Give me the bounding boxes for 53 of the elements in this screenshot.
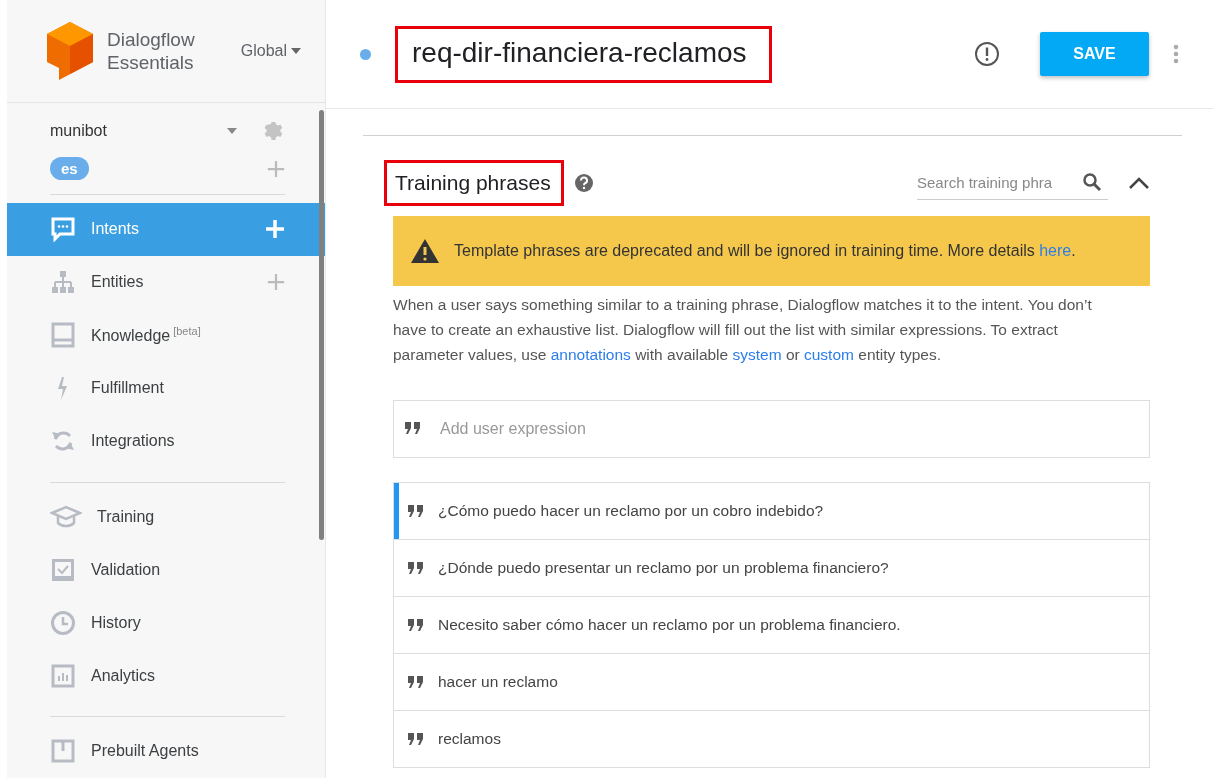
region-dropdown[interactable]: Global [240, 42, 301, 60]
quote-icon [408, 505, 424, 517]
nav-item[interactable]: Analytics [7, 649, 325, 703]
nav-item[interactable]: Training [7, 490, 325, 544]
nav-item[interactable]: History [7, 596, 325, 650]
warning-text: Template phrases are deprecated and will be ignored in training time. More details here. [454, 242, 1076, 260]
alert-icon[interactable] [974, 41, 1000, 67]
plus-icon[interactable] [267, 273, 285, 292]
nav-item[interactable]: Fulfillment [7, 361, 325, 415]
training-phrase[interactable]: ¿Dónde puedo presentar un reclamo por un problema financiero? [394, 540, 1149, 597]
chat-icon [50, 216, 76, 243]
quote-icon [408, 562, 424, 574]
training-phrase[interactable]: ¿Cómo puedo hacer un reclamo por un cobro indebido? [394, 483, 1149, 540]
nav-item[interactable]: Entities [7, 255, 325, 309]
agent-name[interactable]: munibot [50, 122, 227, 141]
quote-icon [408, 619, 424, 631]
expression-field[interactable]: Add user expression [393, 400, 1150, 458]
intent-title: req-dir-financiera-reclamos [395, 25, 772, 83]
book-icon [50, 322, 76, 349]
caret-icon [291, 48, 301, 54]
training-phrase[interactable]: Necesito saber cómo hacer un reclamo por un problema financiero. [394, 597, 1149, 654]
hierarchy-icon [50, 269, 76, 296]
checkbox-icon [50, 556, 76, 583]
nav-item[interactable]: Validation [7, 543, 325, 597]
quote-icon [408, 676, 424, 688]
nav-item[interactable]: Prebuilt Agents [7, 725, 325, 778]
description-text: When a user says something similar to a training phrase, Dialogflow matches it to the intent. You don’t have to create an exhaustive list. Dialogflow will fill out the list with similar expressions. To extract parameter values, use annotations with available system or custom entity types. [393, 295, 1093, 365]
plus-icon[interactable] [267, 159, 285, 178]
doc-link[interactable]: annotations [550, 346, 631, 363]
bar-chart-icon [50, 662, 76, 689]
help-icon[interactable] [573, 173, 594, 193]
collapse-icon[interactable] [1128, 176, 1150, 190]
brand-name: Essentials [107, 51, 195, 74]
search-icon[interactable] [1082, 172, 1102, 192]
clock-icon [50, 609, 76, 636]
scrollbar[interactable] [319, 110, 324, 540]
status-dot [360, 48, 371, 60]
logo-icon [47, 22, 93, 80]
training-phrase[interactable]: reclamos [394, 711, 1149, 768]
graduation-cap-icon [50, 503, 82, 530]
caret-icon [227, 128, 237, 135]
nav-item[interactable]: Integrations [7, 414, 325, 468]
search-field[interactable]: Search training phra [917, 166, 1108, 200]
quote-icon [408, 733, 424, 745]
warning-icon [410, 238, 440, 264]
quote-icon [405, 422, 421, 434]
section-title: Training phrases [384, 160, 564, 206]
brand-name: Dialogflow [107, 28, 196, 51]
nav-item[interactable]: Knowledge $^{[beta]}$ [7, 308, 325, 362]
training-phrase[interactable]: hacer un reclamo [394, 654, 1149, 711]
doc-link[interactable]: custom [804, 346, 854, 363]
doc-link[interactable]: system [732, 346, 782, 363]
more-icon[interactable] [1173, 44, 1179, 64]
